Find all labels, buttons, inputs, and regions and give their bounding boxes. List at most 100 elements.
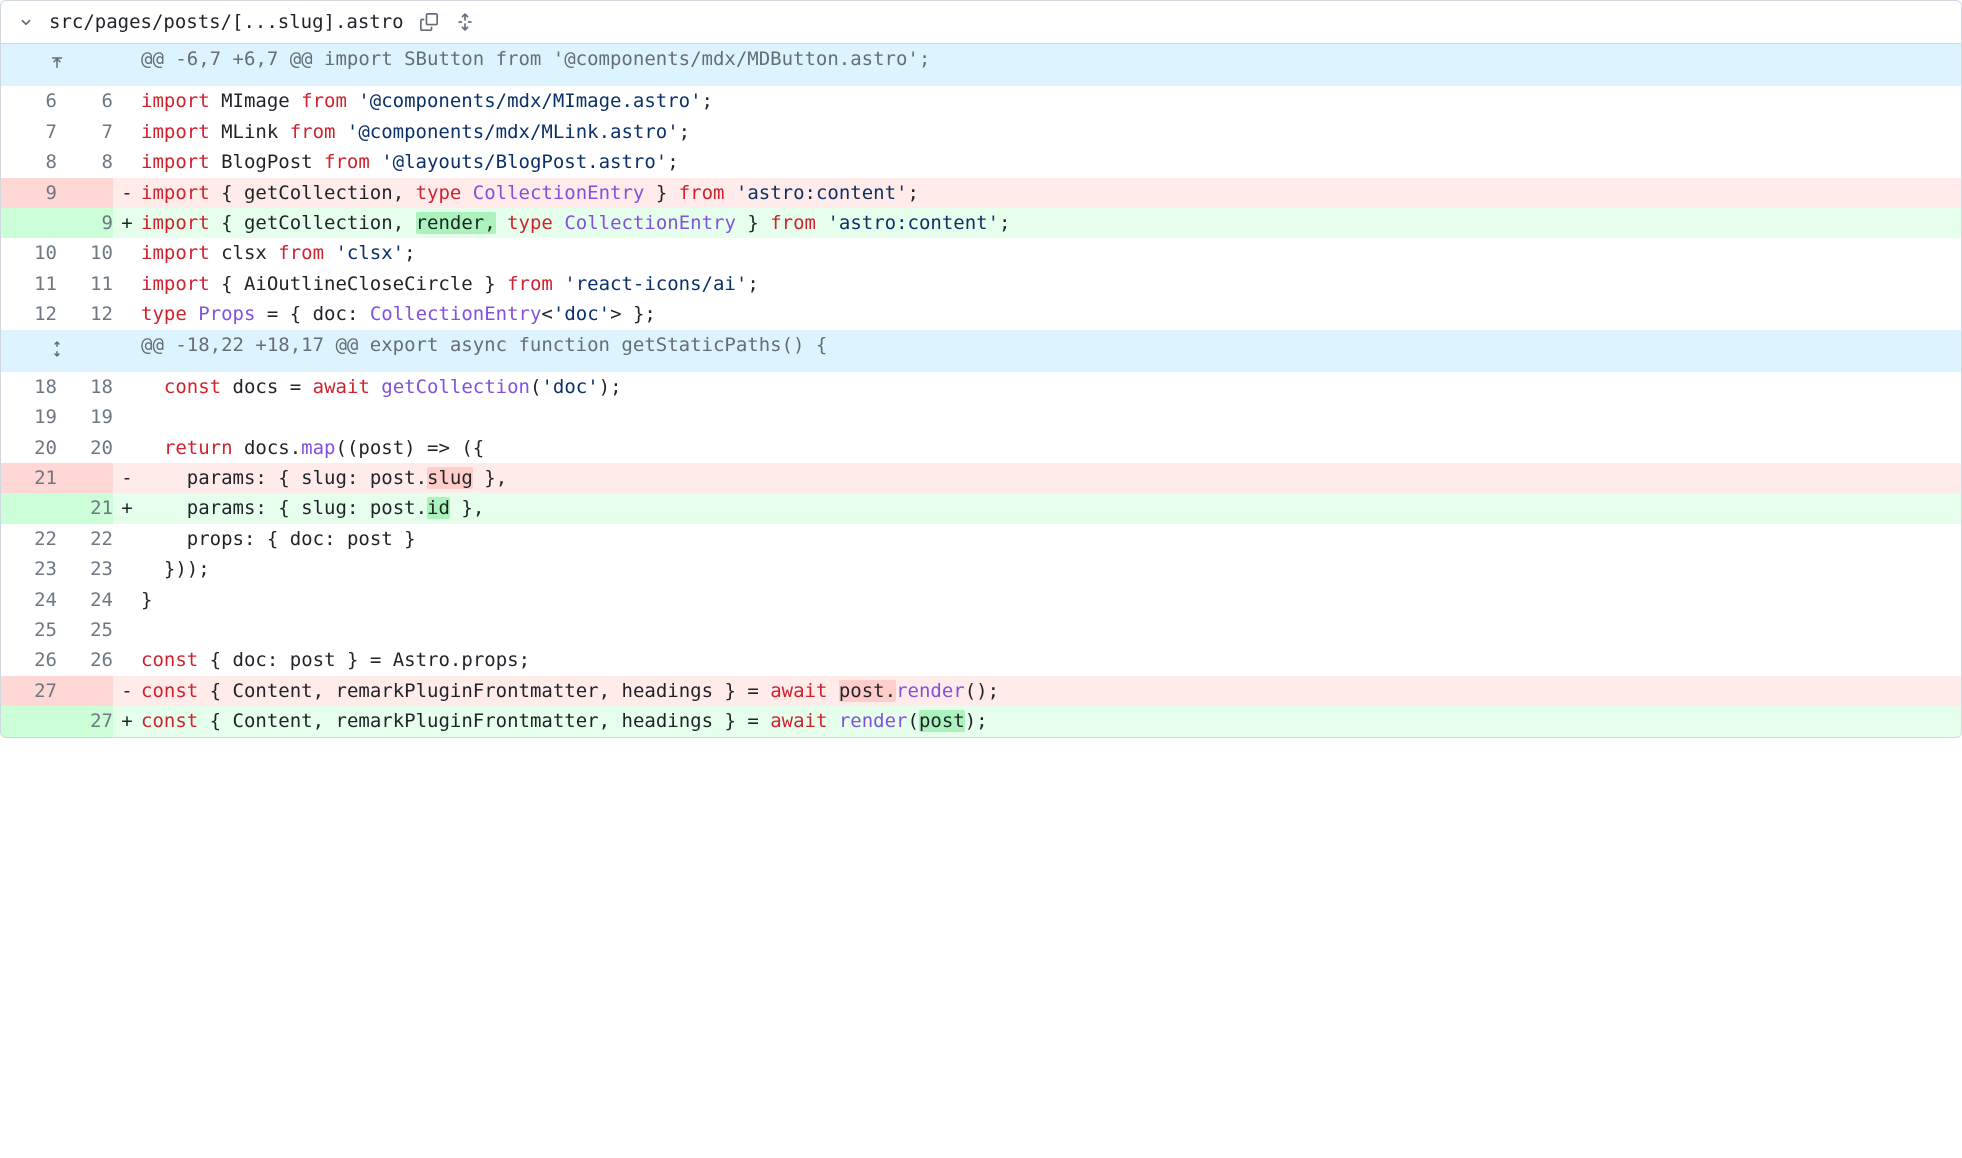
diff-marker <box>113 86 141 116</box>
diff-marker <box>113 645 141 675</box>
new-line-number[interactable]: 26 <box>57 645 113 675</box>
new-line-number[interactable]: 25 <box>57 615 113 645</box>
new-line-number[interactable]: 8 <box>57 147 113 177</box>
code-content[interactable]: params: { slug: post.slug }, <box>141 463 1961 493</box>
old-line-number[interactable]: 22 <box>1 524 57 554</box>
unfold-icon <box>456 13 474 31</box>
old-line-number[interactable]: 9 <box>1 178 57 208</box>
diff-line: 1919 <box>1 402 1961 432</box>
old-line-number[interactable]: 6 <box>1 86 57 116</box>
diff-marker <box>113 147 141 177</box>
diff-marker: + <box>113 208 141 238</box>
new-line-number[interactable] <box>57 463 113 493</box>
diff-line: 2222 props: { doc: post } <box>1 524 1961 554</box>
new-line-number[interactable]: 7 <box>57 117 113 147</box>
old-line-number[interactable]: 19 <box>1 402 57 432</box>
new-line-number[interactable]: 18 <box>57 372 113 402</box>
old-line-number[interactable]: 24 <box>1 585 57 615</box>
new-line-number[interactable]: 23 <box>57 554 113 584</box>
diff-marker <box>113 44 141 86</box>
code-content[interactable]: const docs = await getCollection('doc'); <box>141 372 1961 402</box>
code-content[interactable]: const { Content, remarkPluginFrontmatter… <box>141 706 1961 736</box>
new-line-number[interactable]: 12 <box>57 299 113 329</box>
code-content[interactable]: import clsx from 'clsx'; <box>141 238 1961 268</box>
diff-line: 1010 import clsx from 'clsx'; <box>1 238 1961 268</box>
code-content[interactable]: import { getCollection, type CollectionE… <box>141 178 1961 208</box>
old-line-number[interactable]: 27 <box>1 676 57 706</box>
diff-marker <box>113 299 141 329</box>
code-content[interactable]: import MLink from '@components/mdx/MLink… <box>141 117 1961 147</box>
diff-line: 77 import MLink from '@components/mdx/ML… <box>1 117 1961 147</box>
diff-marker <box>113 402 141 432</box>
diff-line: 1111 import { AiOutlineCloseCircle } fro… <box>1 269 1961 299</box>
new-line-number[interactable] <box>57 178 113 208</box>
old-line-number[interactable]: 10 <box>1 238 57 268</box>
code-content[interactable]: params: { slug: post.id }, <box>141 493 1961 523</box>
code-content[interactable] <box>141 402 1961 432</box>
diff-line: 1818 const docs = await getCollection('d… <box>1 372 1961 402</box>
old-line-number[interactable]: 21 <box>1 463 57 493</box>
old-line-number[interactable] <box>1 706 57 736</box>
code-content[interactable]: } <box>141 585 1961 615</box>
diff-marker: - <box>113 178 141 208</box>
expand-hunk-button[interactable] <box>1 330 113 372</box>
code-content[interactable]: import BlogPost from '@layouts/BlogPost.… <box>141 147 1961 177</box>
expand-hunk-button[interactable] <box>1 44 113 86</box>
diff-line: 9+import { getCollection, render, type C… <box>1 208 1961 238</box>
diff-line: 66 import MImage from '@components/mdx/M… <box>1 86 1961 116</box>
new-line-number[interactable]: 9 <box>57 208 113 238</box>
old-line-number[interactable]: 25 <box>1 615 57 645</box>
new-line-number[interactable]: 6 <box>57 86 113 116</box>
new-line-number[interactable]: 20 <box>57 433 113 463</box>
old-line-number[interactable]: 7 <box>1 117 57 147</box>
old-line-number[interactable]: 26 <box>1 645 57 675</box>
code-content[interactable] <box>141 615 1961 645</box>
file-path[interactable]: src/pages/posts/[...slug].astro <box>49 11 404 33</box>
diff-marker <box>113 330 141 372</box>
old-line-number[interactable] <box>1 208 57 238</box>
copy-icon <box>420 13 438 31</box>
collapse-toggle[interactable] <box>17 13 35 31</box>
new-line-number[interactable]: 22 <box>57 524 113 554</box>
hunk-header: @@ -6,7 +6,7 @@ import SButton from '@co… <box>1 44 1961 86</box>
diff-marker <box>113 524 141 554</box>
new-line-number[interactable] <box>57 676 113 706</box>
diff-marker <box>113 372 141 402</box>
expand-both-icon <box>49 341 65 357</box>
old-line-number[interactable]: 11 <box>1 269 57 299</box>
code-content[interactable]: import { getCollection, render, type Col… <box>141 208 1961 238</box>
diff-line: 2525 <box>1 615 1961 645</box>
diff-line: 9 -import { getCollection, type Collectio… <box>1 178 1961 208</box>
diff-line: 2020 return docs.map((post) => ({ <box>1 433 1961 463</box>
code-content[interactable]: const { Content, remarkPluginFrontmatter… <box>141 676 1961 706</box>
expand-all-button[interactable] <box>454 11 476 33</box>
old-line-number[interactable]: 20 <box>1 433 57 463</box>
old-line-number[interactable]: 18 <box>1 372 57 402</box>
diff-line: 2323 })); <box>1 554 1961 584</box>
new-line-number[interactable]: 24 <box>57 585 113 615</box>
code-content[interactable]: const { doc: post } = Astro.props; <box>141 645 1961 675</box>
old-line-number[interactable]: 23 <box>1 554 57 584</box>
code-content[interactable]: return docs.map((post) => ({ <box>141 433 1961 463</box>
diff-table: @@ -6,7 +6,7 @@ import SButton from '@co… <box>1 44 1961 737</box>
old-line-number[interactable]: 12 <box>1 299 57 329</box>
hunk-header-text: @@ -18,22 +18,17 @@ export async functio… <box>141 330 1961 372</box>
diff-marker: - <box>113 676 141 706</box>
new-line-number[interactable]: 11 <box>57 269 113 299</box>
new-line-number[interactable]: 10 <box>57 238 113 268</box>
new-line-number[interactable]: 21 <box>57 493 113 523</box>
code-content[interactable]: type Props = { doc: CollectionEntry<'doc… <box>141 299 1961 329</box>
diff-line: 27+const { Content, remarkPluginFrontmat… <box>1 706 1961 736</box>
old-line-number[interactable] <box>1 493 57 523</box>
code-content[interactable]: props: { doc: post } <box>141 524 1961 554</box>
diff-marker <box>113 615 141 645</box>
code-content[interactable]: import MImage from '@components/mdx/MIma… <box>141 86 1961 116</box>
code-content[interactable]: })); <box>141 554 1961 584</box>
copy-path-button[interactable] <box>418 11 440 33</box>
old-line-number[interactable]: 8 <box>1 147 57 177</box>
new-line-number[interactable]: 27 <box>57 706 113 736</box>
hunk-header-text: @@ -6,7 +6,7 @@ import SButton from '@co… <box>141 44 1961 86</box>
new-line-number[interactable]: 19 <box>57 402 113 432</box>
code-content[interactable]: import { AiOutlineCloseCircle } from 're… <box>141 269 1961 299</box>
diff-marker: + <box>113 706 141 736</box>
